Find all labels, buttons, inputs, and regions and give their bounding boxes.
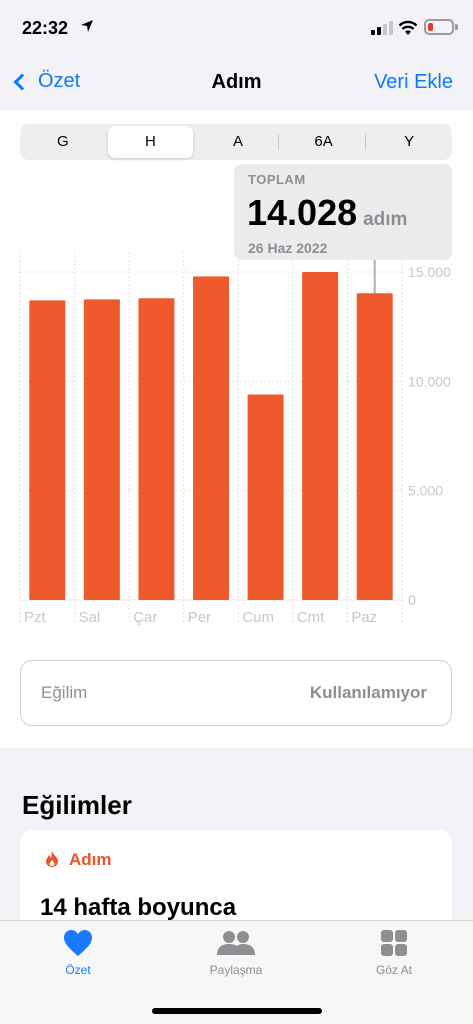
y-tick-label: 0 [408,592,416,608]
battery-tip [455,24,458,30]
x-tick-label: Çar [133,609,157,626]
main-card: G H A 6A Y 0 5.000 10.000 15.000 Pzt Sal Çar Pe… [0,110,473,748]
add-data-button[interactable]: Veri Ekle [374,71,453,94]
tooltip-unit: adım [363,209,408,230]
x-tick-label: Cmt [297,609,325,626]
signal-icon [371,20,393,35]
trend-row[interactable]: Eğilim Kullanılamıyor [20,660,452,726]
tooltip-total: 14.028 adım [247,192,407,234]
tab-summary[interactable]: Özet [18,929,138,977]
selection-tooltip: TOPLAM 14.028 adım 26 Haz 2022 [234,164,452,260]
status-bar: 22:32 [0,0,473,56]
wifi-icon [398,20,418,36]
tab-browse[interactable]: Göz At [334,929,454,977]
trends-section-title: Eğilimler [22,790,132,820]
status-time: 22:32 [22,18,69,38]
bar-Paz [356,293,393,600]
tab-browse-label: Göz At [375,963,413,977]
bar-Pzt [29,300,66,600]
tab-sharing[interactable]: Paylaşma [176,929,296,977]
home-indicator [152,1008,322,1014]
heart-icon [64,930,92,956]
flame-icon [44,850,60,868]
tooltip-date: 26 Haz 2022 [248,240,328,256]
bar-Sal [83,299,120,600]
tab-summary-label: Özet [65,963,91,977]
trend-card-body: 14 hafta boyunca [40,894,237,921]
x-tick-label: Cum [242,609,274,626]
battery-icon [424,19,454,35]
trend-label: Eğilim [41,683,88,702]
y-tick-label: 10.000 [408,373,451,389]
y-tick-label: 5.000 [408,483,443,499]
bar-Cmt [302,272,339,600]
x-tick-label: Paz [351,609,377,626]
grid-icon [381,930,407,956]
bar-Cum [247,394,284,600]
x-tick-label: Per [188,609,211,626]
tooltip-value: 14.028 [247,192,358,233]
x-tick-label: Sal [79,609,101,626]
trend-card-title: Adım [69,850,112,869]
location-arrow-icon [80,19,94,37]
people-icon [217,931,255,955]
x-tick-label: Pzt [24,609,47,626]
bar-Çar [138,298,175,600]
bar-Per [193,276,229,600]
tab-sharing-label: Paylaşma [209,963,263,977]
nav-bar: Özet Adım Veri Ekle [0,56,473,110]
trend-value: Kullanılamıyor [309,683,427,702]
y-tick-label: 15.000 [408,264,451,280]
tooltip-label: TOPLAM [248,172,306,187]
